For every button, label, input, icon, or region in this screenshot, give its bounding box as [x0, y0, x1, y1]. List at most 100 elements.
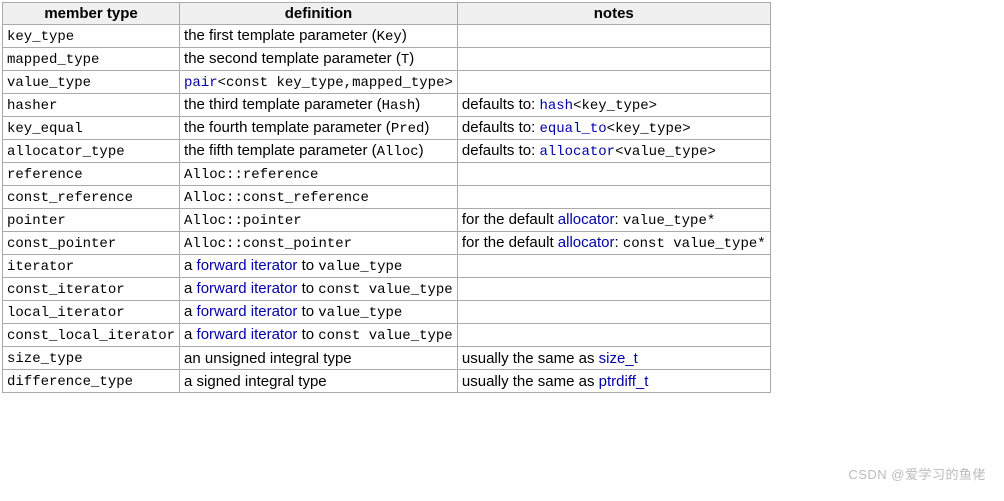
cell-definition: Alloc::const_reference — [180, 186, 458, 209]
code-text: Hash — [382, 98, 416, 114]
doc-link[interactable]: forward iterator — [197, 257, 298, 274]
member-type-code: const_reference — [7, 190, 133, 206]
cell-definition: a forward iterator to value_type — [180, 301, 458, 324]
member-type-code: reference — [7, 167, 83, 183]
cell-notes — [457, 186, 770, 209]
doc-link[interactable]: allocator — [558, 211, 615, 228]
doc-link[interactable]: size_t — [599, 350, 638, 367]
cell-notes: for the default allocator: const value_t… — [457, 232, 770, 255]
code-text: <key_type> — [573, 98, 657, 114]
member-type-code: value_type — [7, 75, 91, 91]
cell-definition: the fourth template parameter (Pred) — [180, 117, 458, 140]
member-type-code: iterator — [7, 259, 74, 275]
doc-link[interactable]: hash — [539, 98, 573, 114]
table-row: size_type an unsigned integral typeusuall… — [3, 347, 771, 370]
doc-link[interactable]: ptrdiff_t — [599, 373, 649, 390]
member-type-code: pointer — [7, 213, 66, 229]
code-link: equal_to — [539, 121, 606, 137]
code-link: hash — [539, 98, 573, 114]
cell-definition: pair<const key_type,mapped_type> — [180, 71, 458, 94]
code-text: T — [401, 52, 409, 68]
code-text: Pred — [391, 121, 425, 137]
table-row: reference Alloc::reference — [3, 163, 771, 186]
cell-member-type: key_equal — [3, 117, 180, 140]
cell-member-type: const_pointer — [3, 232, 180, 255]
cell-definition: an unsigned integral type — [180, 347, 458, 370]
member-type-code: key_equal — [7, 121, 83, 137]
cell-definition: a forward iterator to const value_type — [180, 278, 458, 301]
code-text: Alloc — [377, 144, 419, 160]
cell-notes: defaults to: hash<key_type> — [457, 94, 770, 117]
table-row: pointer Alloc::pointer for the default all… — [3, 209, 771, 232]
cell-notes: usually the same as ptrdiff_t — [457, 370, 770, 393]
cell-notes — [457, 278, 770, 301]
code-link: allocator — [539, 144, 615, 160]
doc-link[interactable]: allocator — [558, 234, 615, 251]
code-text: <value_type> — [615, 144, 716, 160]
cell-member-type: iterator — [3, 255, 180, 278]
cell-definition: the third template parameter (Hash) — [180, 94, 458, 117]
doc-link[interactable]: forward iterator — [197, 303, 298, 320]
cell-member-type: hasher — [3, 94, 180, 117]
table-row: local_iterator a forward iterator to valu… — [3, 301, 771, 324]
table-row: const_pointer Alloc::const_pointer for the… — [3, 232, 771, 255]
cell-member-type: const_iterator — [3, 278, 180, 301]
member-type-code: difference_type — [7, 374, 133, 390]
cell-member-type: allocator_type — [3, 140, 180, 163]
cell-notes: usually the same as size_t — [457, 347, 770, 370]
code-text: const value_type — [318, 328, 452, 344]
cell-member-type: local_iterator — [3, 301, 180, 324]
member-type-code: const_pointer — [7, 236, 116, 252]
cell-member-type: key_type — [3, 25, 180, 48]
cell-definition: Alloc::pointer — [180, 209, 458, 232]
code-text: const value_type — [318, 282, 452, 298]
cell-definition: the first template parameter (Key) — [180, 25, 458, 48]
cell-definition: a signed integral type — [180, 370, 458, 393]
table-row: allocator_type the fifth template paramet… — [3, 140, 771, 163]
doc-link[interactable]: pair — [184, 75, 218, 91]
code-text: <key_type> — [607, 121, 691, 137]
member-type-code: allocator_type — [7, 144, 125, 160]
header-member-type: member type — [3, 3, 180, 25]
table-row: key_equal the fourth template parameter (… — [3, 117, 771, 140]
table-row: value_type pair<const key_type,mapped_typ… — [3, 71, 771, 94]
doc-link[interactable]: forward iterator — [197, 280, 298, 297]
doc-link[interactable]: equal_to — [539, 121, 606, 137]
table-header-row: member type definition notes — [3, 3, 771, 25]
header-notes: notes — [457, 3, 770, 25]
cell-notes: for the default allocator: value_type* — [457, 209, 770, 232]
table-row: const_iteratora forward iterator to cons… — [3, 278, 771, 301]
code-text: value_type* — [623, 213, 715, 229]
cell-definition: the fifth template parameter (Alloc) — [180, 140, 458, 163]
member-type-code: key_type — [7, 29, 74, 45]
member-types-table: member type definition notes key_typethe… — [2, 2, 771, 393]
watermark: CSDN @爱学习的鱼佬 — [848, 464, 986, 483]
code-text: value_type — [318, 259, 402, 275]
cell-notes: defaults to: allocator<value_type> — [457, 140, 770, 163]
cell-notes — [457, 71, 770, 94]
doc-link[interactable]: forward iterator — [197, 326, 298, 343]
code-text: Alloc::const_pointer — [184, 236, 352, 252]
doc-link[interactable]: allocator — [539, 144, 615, 160]
code-text: Alloc::const_reference — [184, 190, 369, 206]
cell-notes — [457, 48, 770, 71]
cell-definition: Alloc::reference — [180, 163, 458, 186]
code-text: Key — [377, 29, 402, 45]
cell-member-type: mapped_type — [3, 48, 180, 71]
code-text: value_type — [318, 305, 402, 321]
table-row: const_local_iteratora forward iterator t… — [3, 324, 771, 347]
member-type-code: mapped_type — [7, 52, 99, 68]
code-text: const value_type* — [623, 236, 766, 252]
cell-member-type: pointer — [3, 209, 180, 232]
code-text: Alloc::pointer — [184, 213, 302, 229]
cell-member-type: size_type — [3, 347, 180, 370]
cell-notes — [457, 163, 770, 186]
member-type-code: const_local_iterator — [7, 328, 175, 344]
member-type-code: size_type — [7, 351, 83, 367]
code-text: Alloc::reference — [184, 167, 318, 183]
table-row: key_type the first template parameter (Ke… — [3, 25, 771, 48]
cell-notes — [457, 301, 770, 324]
cell-member-type: difference_type — [3, 370, 180, 393]
member-type-code: local_iterator — [7, 305, 125, 321]
table-row: mapped_typethe second template parameter… — [3, 48, 771, 71]
